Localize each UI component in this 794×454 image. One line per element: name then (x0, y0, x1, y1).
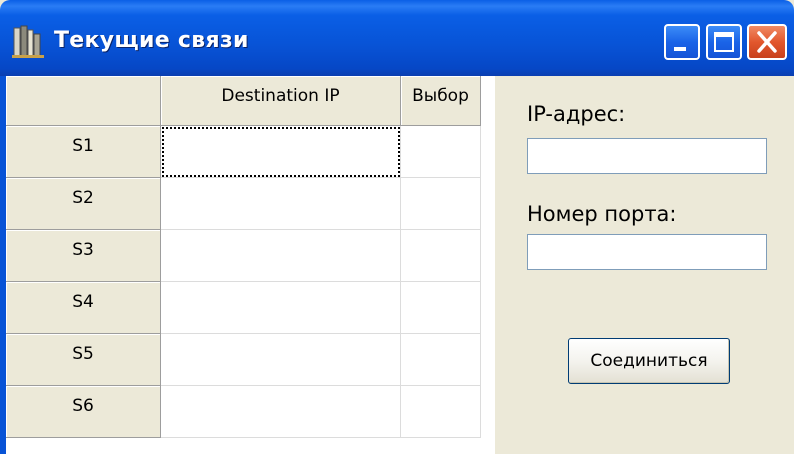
close-icon (757, 31, 777, 53)
row-header-s1[interactable]: S1 (6, 126, 161, 178)
port-number-label: Номер порта: (527, 202, 677, 226)
connect-button[interactable]: Соединиться (568, 338, 730, 384)
grid-corner (6, 76, 161, 126)
column-header-choice[interactable]: Выбор (401, 76, 481, 126)
cell-s6-destination-ip[interactable] (161, 386, 401, 438)
cell-s1-choice[interactable] (401, 126, 481, 178)
books-icon (12, 24, 46, 58)
cell-s3-choice[interactable] (401, 230, 481, 282)
cell-s4-destination-ip[interactable] (161, 282, 401, 334)
cell-s1-destination-ip[interactable] (161, 126, 401, 178)
close-button[interactable] (747, 24, 787, 60)
minimize-button[interactable] (664, 24, 700, 60)
column-header-destination-ip[interactable]: Destination IP (161, 76, 401, 126)
window-title: Текущие связи (54, 28, 249, 53)
connections-grid[interactable]: Destination IP Выбор S1 S2 S3 S4 S5 S6 (6, 76, 495, 454)
port-number-input[interactable] (527, 234, 767, 270)
minimize-icon (674, 47, 686, 51)
cell-s5-choice[interactable] (401, 334, 481, 386)
cell-s2-destination-ip[interactable] (161, 178, 401, 230)
row-header-s4[interactable]: S4 (6, 282, 161, 334)
cell-s3-destination-ip[interactable] (161, 230, 401, 282)
ip-address-label: IP-адрес: (527, 102, 626, 126)
connections-window: Текущие связи Destination IP Выбор S1 S2… (0, 0, 794, 454)
cell-s4-choice[interactable] (401, 282, 481, 334)
connection-form: IP-адрес: Номер порта: Соединиться (495, 76, 794, 454)
row-header-s5[interactable]: S5 (6, 334, 161, 386)
cell-s6-choice[interactable] (401, 386, 481, 438)
row-header-s6[interactable]: S6 (6, 386, 161, 438)
cell-s2-choice[interactable] (401, 178, 481, 230)
maximize-button[interactable] (706, 24, 742, 60)
maximize-icon (714, 32, 734, 52)
ip-address-input[interactable] (527, 138, 767, 174)
cell-s5-destination-ip[interactable] (161, 334, 401, 386)
row-header-s3[interactable]: S3 (6, 230, 161, 282)
title-bar[interactable]: Текущие связи (0, 0, 794, 76)
row-header-s2[interactable]: S2 (6, 178, 161, 230)
